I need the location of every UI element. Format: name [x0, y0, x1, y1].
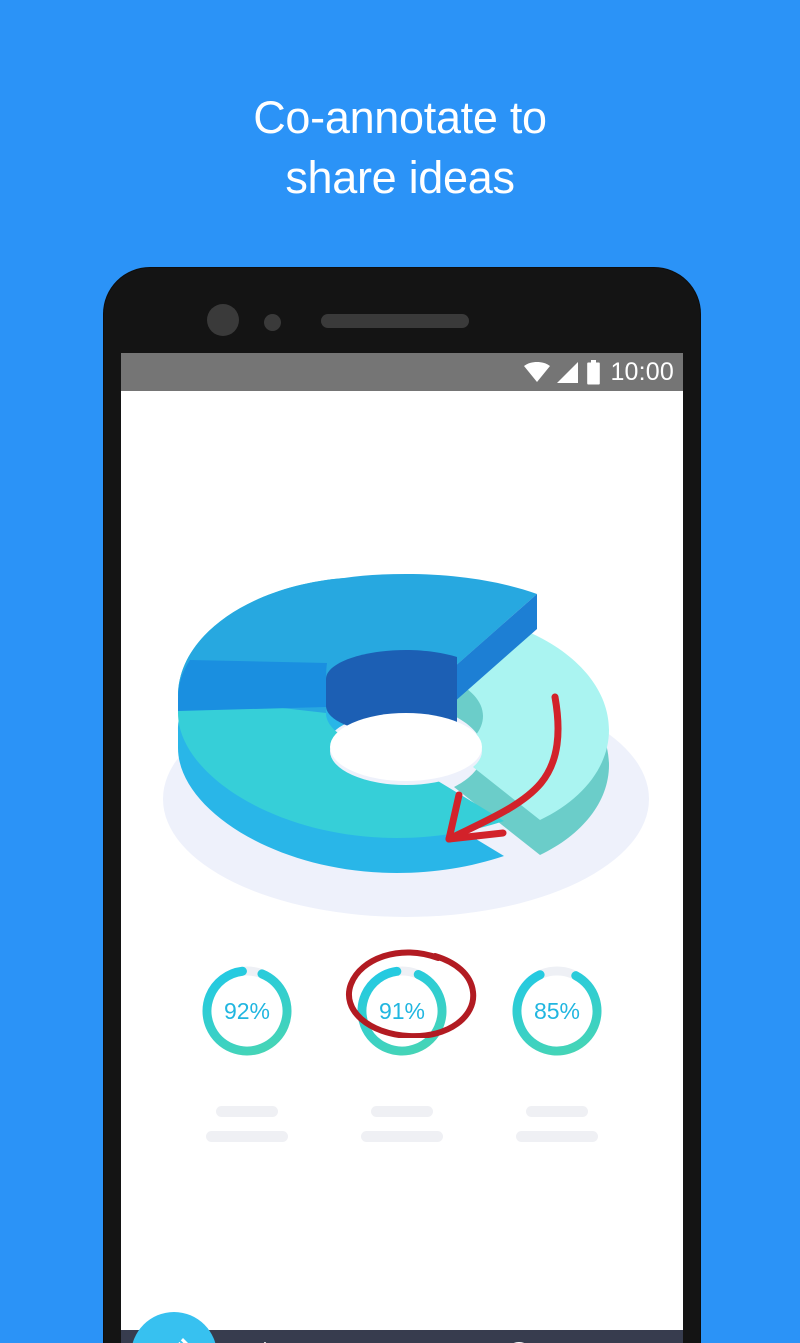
battery-icon [587, 359, 601, 384]
phone-mockup: 10:00 92% 91% 85% [104, 268, 700, 1343]
tool-clear[interactable]: Clear [621, 1338, 683, 1343]
donut-chart-illustration [163, 574, 649, 917]
gauge-1-value: 92% [223, 997, 271, 1024]
gauge-2-value: 91% [378, 997, 426, 1024]
headline-line-1: Co-annotate to [253, 92, 547, 143]
page-title: Co-annotate to share ideas [0, 88, 800, 208]
placeholder-bar [361, 1131, 443, 1142]
pencil-icon [178, 1338, 188, 1343]
color-circle-icon [504, 1338, 534, 1343]
proximity-sensor-icon [264, 314, 281, 331]
placeholder-bar [216, 1106, 278, 1117]
gauge-row: 92% 91% 85% [121, 961, 683, 1121]
earpiece-speaker-icon [321, 314, 469, 328]
magic-wand-icon [252, 1338, 282, 1343]
tool-eraser[interactable]: Eraser [545, 1338, 629, 1343]
trash-icon [648, 1338, 678, 1343]
pen-nib-icon [336, 1338, 366, 1343]
placeholder-bar [526, 1106, 588, 1117]
promo-stage: Co-annotate to share ideas 10:00 92% 91%… [0, 0, 800, 1343]
status-bar-clock: 10:00 [610, 357, 674, 386]
headline-line-2: share ideas [285, 152, 515, 203]
marker-icon [408, 1338, 438, 1343]
wifi-icon [524, 361, 551, 382]
status-bar: 10:00 [121, 353, 683, 391]
camera-lens-icon [207, 304, 239, 336]
gauge-3-value: 85% [533, 997, 581, 1024]
phone-screen: 10:00 92% 91% 85% [121, 353, 683, 1343]
gauge-3: 85% [507, 961, 607, 1061]
placeholder-bar [516, 1131, 598, 1142]
placeholder-bar [371, 1106, 433, 1117]
eraser-icon [572, 1338, 602, 1343]
pencil-fab[interactable] [131, 1312, 217, 1343]
gauge-2: 91% [352, 961, 452, 1061]
tool-spotlight[interactable]: Spotlight [225, 1338, 309, 1343]
gauge-1: 92% [197, 961, 297, 1061]
cell-signal-icon [557, 361, 579, 383]
annotation-canvas[interactable]: 92% 91% 85% [121, 391, 683, 1343]
tool-highlighter[interactable]: Highlighter [381, 1338, 465, 1343]
placeholder-bar [206, 1131, 288, 1142]
